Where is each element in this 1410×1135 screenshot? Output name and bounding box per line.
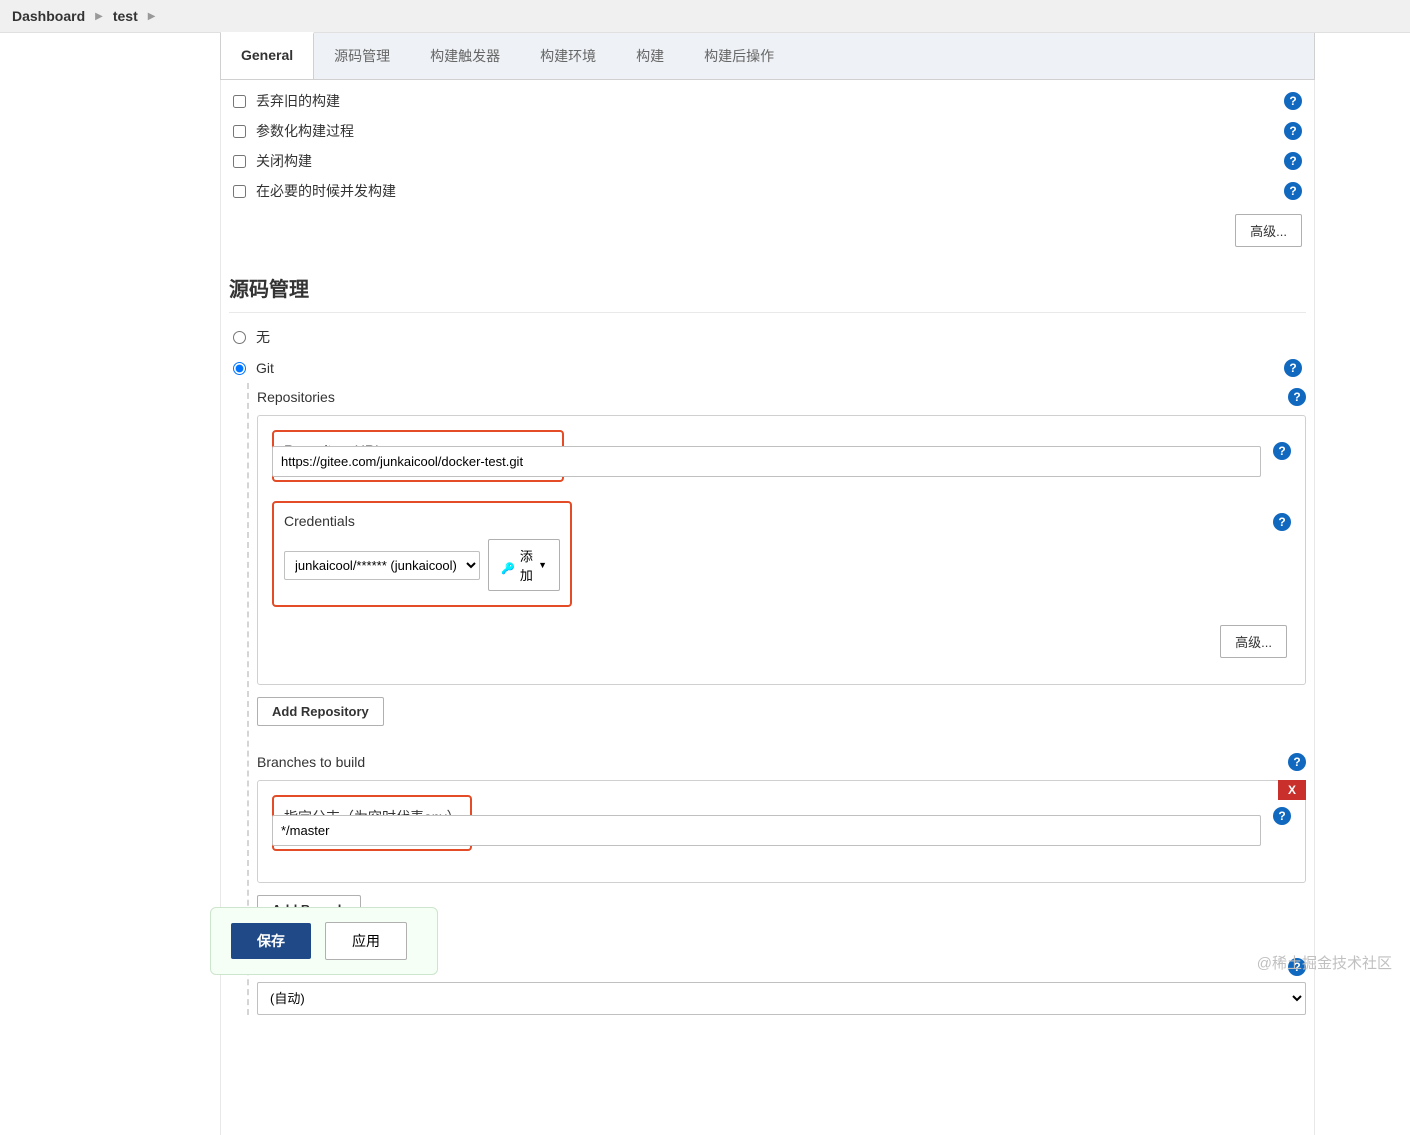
apply-button[interactable]: 应用 [325,922,407,960]
parameterized-label: 参数化构建过程 [256,121,1274,141]
branches-label: Branches to build [257,754,1288,770]
breadcrumb: Dashboard ▶ test ▶ [0,0,1410,33]
breadcrumb-dashboard[interactable]: Dashboard [12,8,85,24]
branch-spec-input[interactable] [272,815,1261,846]
general-advanced-button[interactable]: 高级... [1235,214,1302,247]
help-icon[interactable]: ? [1284,182,1302,200]
save-button[interactable]: 保存 [231,923,311,959]
repo-advanced-button[interactable]: 高级... [1220,625,1287,658]
config-tabs: General 源码管理 构建触发器 构建环境 构建 构建后操作 [220,33,1315,80]
key-icon [501,560,515,570]
watermark: @稀土掘金技术社区 [1257,952,1392,973]
help-icon[interactable]: ? [1288,753,1306,771]
help-icon[interactable]: ? [1284,359,1302,377]
save-bar: 保存 应用 [210,907,438,975]
tab-env[interactable]: 构建环境 [520,33,616,79]
concurrent-label: 在必要的时候并发构建 [256,181,1274,201]
credentials-select[interactable]: junkaicool/****** (junkaicool) [284,551,480,580]
add-credentials-label: 添加 [519,546,534,584]
discard-old-builds-label: 丢弃旧的构建 [256,91,1274,111]
repo-browser-select[interactable]: (自动) [257,982,1306,1015]
help-icon[interactable]: ? [1284,152,1302,170]
tab-post[interactable]: 构建后操作 [684,33,794,79]
breadcrumb-project[interactable]: test [113,8,138,24]
help-icon[interactable]: ? [1273,807,1291,825]
parameterized-checkbox[interactable] [233,125,246,138]
scm-git-label: Git [256,360,1274,376]
branch-box: X 指定分支（为空时代表any） ? [257,780,1306,883]
help-icon[interactable]: ? [1284,92,1302,110]
help-icon[interactable]: ? [1284,122,1302,140]
help-icon[interactable]: ? [1273,513,1291,531]
disable-build-checkbox[interactable] [233,155,246,168]
help-icon[interactable]: ? [1273,442,1291,460]
credentials-label: Credentials [284,513,560,529]
tab-triggers[interactable]: 构建触发器 [410,33,520,79]
chevron-down-icon: ▼ [538,560,547,570]
help-icon[interactable]: ? [1288,388,1306,406]
discard-old-builds-checkbox[interactable] [233,95,246,108]
repositories-label: Repositories [257,389,1288,405]
scm-none-label: 无 [256,327,1302,347]
scm-heading: 源码管理 [229,255,1306,313]
disable-build-label: 关闭构建 [256,151,1274,171]
scm-none-radio[interactable] [233,331,246,344]
chevron-right-icon: ▶ [148,11,156,22]
chevron-right-icon: ▶ [95,11,103,22]
scm-git-radio[interactable] [233,362,246,375]
repository-box: Repository URL ? Credentials [257,415,1306,685]
repo-url-input[interactable] [272,446,1261,477]
add-repository-button[interactable]: Add Repository [257,697,384,726]
concurrent-checkbox[interactable] [233,185,246,198]
tab-scm[interactable]: 源码管理 [314,33,410,79]
tab-build[interactable]: 构建 [616,33,684,79]
delete-branch-button[interactable]: X [1278,780,1306,800]
add-credentials-button[interactable]: 添加 ▼ [488,539,560,591]
tab-general[interactable]: General [221,32,314,79]
